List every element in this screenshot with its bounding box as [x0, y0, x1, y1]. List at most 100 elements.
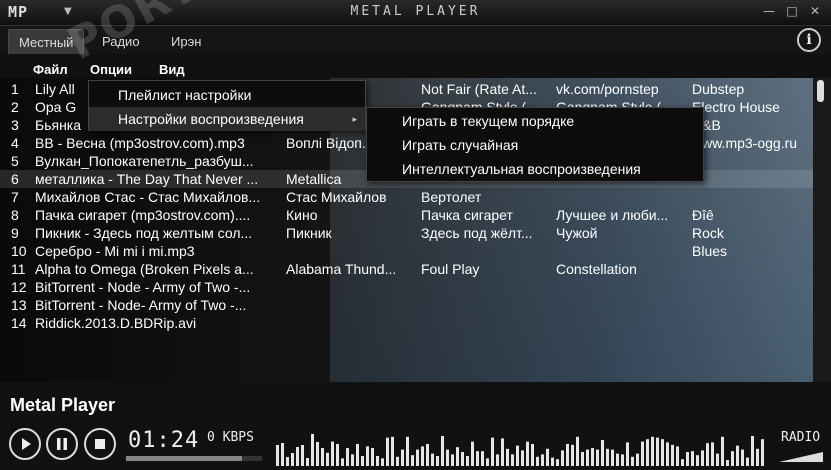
spectrum-bar — [366, 446, 369, 466]
play-button[interactable] — [9, 428, 41, 460]
spectrum-bar — [591, 448, 594, 466]
table-row[interactable]: 11 Alpha to Omega (Broken Pixels a... Alab… — [0, 260, 813, 278]
spectrum-bar — [631, 456, 634, 466]
spectrum-bar — [546, 448, 549, 466]
cell-number: 5 — [11, 153, 19, 169]
table-row[interactable]: 14 Riddick.2013.D.BDRip.avi — [0, 314, 813, 332]
spectrum-bar — [601, 440, 604, 466]
spectrum-bar — [471, 441, 474, 466]
spectrum-bar — [331, 441, 334, 466]
tab-radio[interactable]: Радио — [92, 29, 150, 54]
playlist-scrollbar[interactable] — [813, 78, 831, 382]
menu-view[interactable]: Вид — [159, 60, 185, 80]
spectrum-bar — [736, 445, 739, 466]
seek-bar[interactable] — [126, 456, 262, 461]
spectrum-bar — [426, 444, 429, 466]
cell-number: 9 — [11, 225, 19, 241]
spectrum-bar — [276, 445, 279, 466]
table-row[interactable]: 13 BitTorrent - Node- Army of Two -... — [0, 296, 813, 314]
menu-options[interactable]: Опции — [90, 60, 132, 80]
spectrum-bar — [321, 448, 324, 466]
options-dropdown-menu: Плейлист настройки Настройки воспроизвед… — [88, 80, 366, 131]
spectrum-bar — [676, 446, 679, 466]
menu-item-label: Интеллектуальная воспроизведения — [402, 161, 641, 177]
spectrum-bar — [291, 453, 294, 466]
spectrum-bar — [466, 456, 469, 466]
cell-genre: Rock — [692, 225, 724, 241]
table-row[interactable]: 9 Пикник - Здесь под желтым сол... Пикник З… — [0, 224, 813, 242]
radio-mode-label[interactable]: RADIO — [781, 430, 820, 445]
cell-genre: Ðîê — [692, 207, 714, 223]
time-display: 01:24 — [128, 428, 200, 453]
spectrum-bar — [386, 437, 389, 466]
spectrum-bar — [621, 454, 624, 466]
menu-item-play-in-order[interactable]: Играть в текущем порядке — [367, 109, 703, 133]
spectrum-bar — [356, 444, 359, 466]
table-row[interactable]: 10 Серебро - Mi mi i mi.mp3 Blues — [0, 242, 813, 260]
cell-album: Not Fair (Rate At... — [421, 81, 537, 97]
title-bar[interactable]: MP ▼ METAL PLAYER — □ ✕ — [0, 0, 831, 26]
spectrum-bar — [526, 441, 529, 466]
spectrum-bar — [461, 452, 464, 466]
menu-item-playback-settings[interactable]: Настройки воспроизведения ▸ — [89, 107, 365, 131]
menu-item-play-shuffle[interactable]: Играть случайная — [367, 133, 703, 157]
spectrum-bar — [716, 453, 719, 466]
close-button[interactable]: ✕ — [804, 2, 826, 20]
spectrum-bar — [651, 436, 654, 466]
menu-item-label: Плейлист настройки — [118, 87, 252, 103]
spectrum-bar — [606, 448, 609, 466]
cell-artist: Кино — [286, 207, 318, 223]
cell-genre: Electro House — [692, 99, 780, 115]
cell-album-2: Лучшее и люби... — [556, 207, 669, 223]
cell-album-2: Constellation — [556, 261, 637, 277]
table-row[interactable]: 8 Пачка сигарет (mp3ostrov.com).... Кино Па… — [0, 206, 813, 224]
spectrum-bar — [336, 444, 339, 466]
spectrum-bar — [326, 452, 329, 466]
scrollbar-thumb[interactable] — [817, 80, 824, 102]
spectrum-bar — [476, 451, 479, 466]
maximize-button[interactable]: □ — [781, 2, 803, 20]
play-icon — [22, 438, 31, 450]
stop-button[interactable] — [84, 428, 116, 460]
table-row[interactable]: 7 Михайлов Стас - Стас Михайлов... Стас Ми… — [0, 188, 813, 206]
cell-number: 10 — [11, 243, 27, 259]
submenu-arrow-icon: ▸ — [352, 114, 357, 124]
spectrum-bar — [581, 452, 584, 466]
spectrum-bar — [281, 443, 284, 466]
spectrum-bar — [286, 457, 289, 466]
spectrum-bar — [421, 446, 424, 466]
stop-icon — [95, 439, 105, 449]
cell-number: 6 — [11, 171, 19, 187]
cell-album-2: vk.com/pornstep — [556, 81, 659, 97]
cell-title: металлика - The Day That Never ... — [35, 171, 259, 187]
spectrum-bar — [556, 459, 559, 466]
spectrum-bar — [646, 439, 649, 466]
minimize-button[interactable]: — — [758, 2, 780, 20]
tab-iren[interactable]: Ирэн — [161, 29, 211, 54]
metal-player-window: MP ▼ METAL PLAYER — □ ✕ Местный Радио Ир… — [0, 0, 831, 470]
spectrum-bar — [666, 442, 669, 466]
cell-title: BitTorrent - Node- Army of Two -... — [35, 297, 247, 313]
spectrum-bar — [486, 458, 489, 466]
bitrate-display: 0 KBPS — [207, 430, 254, 445]
info-icon[interactable]: i — [797, 28, 821, 52]
spectrum-bar — [681, 459, 684, 466]
cell-album: Вертолет — [421, 189, 482, 205]
spectrum-bar — [511, 454, 514, 466]
spectrum-bar — [416, 449, 419, 466]
volume-slider[interactable] — [779, 452, 823, 462]
menu-file[interactable]: Файл — [33, 60, 68, 80]
spectrum-bar — [506, 448, 509, 466]
tab-local[interactable]: Местный — [8, 29, 85, 54]
spectrum-bar — [656, 437, 659, 466]
window-title: METAL PLAYER — [350, 4, 481, 19]
cell-album-2: Чужой — [556, 225, 598, 241]
menu-item-smart-play[interactable]: Интеллектуальная воспроизведения — [367, 157, 703, 181]
spectrum-bar — [751, 436, 754, 466]
table-row[interactable]: 12 BitTorrent - Node - Army of Two -... — [0, 278, 813, 296]
pause-button[interactable] — [46, 428, 78, 460]
cell-title: Серебро - Mi mi i mi.mp3 — [35, 243, 195, 259]
spectrum-bar — [536, 456, 539, 466]
menu-item-playlist-settings[interactable]: Плейлист настройки — [89, 83, 365, 107]
menu-item-label: Настройки воспроизведения — [118, 111, 304, 127]
